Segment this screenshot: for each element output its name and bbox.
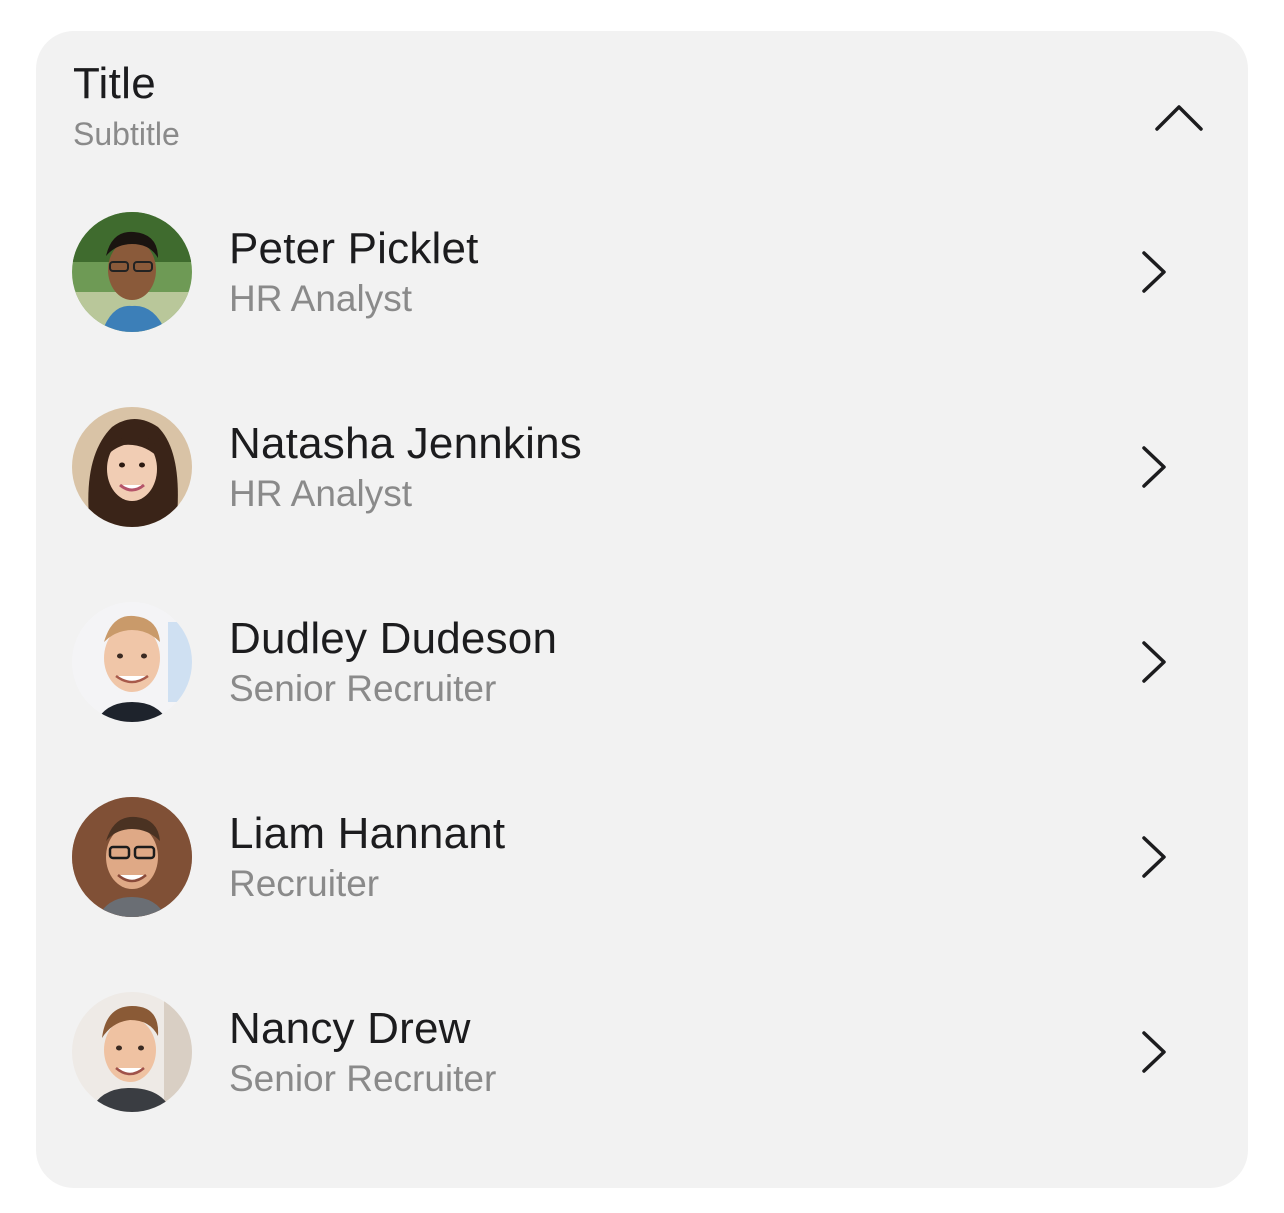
chevron-right-icon	[1142, 1031, 1166, 1073]
list-item[interactable]: Nancy Drew Senior Recruiter	[36, 973, 1248, 1168]
person-name: Peter Picklet	[229, 224, 479, 273]
avatar	[72, 602, 192, 722]
avatar	[72, 797, 192, 917]
people-list-card: Title Subtitle Peter Picklet HR Analyst …	[36, 31, 1248, 1188]
card-header: Title Subtitle	[73, 59, 1212, 159]
card-subtitle: Subtitle	[73, 116, 180, 152]
chevron-right-icon	[1142, 446, 1166, 488]
person-role: Senior Recruiter	[229, 668, 497, 709]
person-role: HR Analyst	[229, 278, 413, 319]
person-name: Natasha Jennkins	[229, 419, 582, 468]
person-role: Recruiter	[229, 863, 380, 904]
person-name: Liam Hannant	[229, 809, 506, 858]
list-item[interactable]: Liam Hannant Recruiter	[36, 778, 1248, 973]
list-item[interactable]: Peter Picklet HR Analyst	[36, 193, 1248, 388]
chevron-up-icon	[1155, 105, 1203, 131]
person-name: Dudley Dudeson	[229, 614, 558, 663]
person-role: Senior Recruiter	[229, 1058, 497, 1099]
list-item[interactable]: Natasha Jennkins HR Analyst	[36, 388, 1248, 583]
chevron-right-icon	[1142, 251, 1166, 293]
person-role: HR Analyst	[229, 473, 413, 514]
people-list: Peter Picklet HR Analyst Natasha Jennkin	[36, 193, 1248, 1168]
collapse-button[interactable]	[1146, 93, 1212, 141]
chevron-right-icon	[1142, 641, 1166, 683]
card-title: Title	[73, 59, 156, 108]
avatar	[72, 212, 192, 332]
list-item[interactable]: Dudley Dudeson Senior Recruiter	[36, 583, 1248, 778]
avatar	[72, 407, 192, 527]
avatar	[72, 992, 192, 1112]
person-name: Nancy Drew	[229, 1004, 471, 1053]
chevron-right-icon	[1142, 836, 1166, 878]
